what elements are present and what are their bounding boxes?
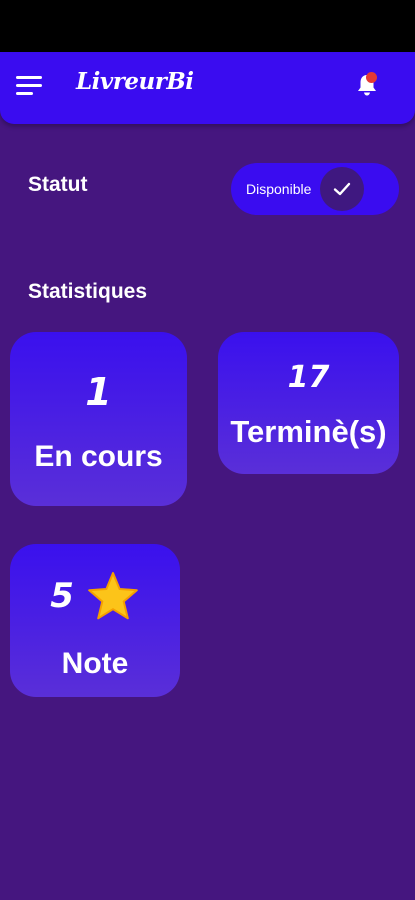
stat-label: Note <box>61 647 129 680</box>
star-icon <box>87 572 138 620</box>
hamburger-menu-icon[interactable] <box>16 74 44 96</box>
notifications-button[interactable] <box>352 70 382 100</box>
system-status-bar <box>0 0 415 52</box>
status-label: Statut <box>28 173 88 196</box>
stat-card-in-progress[interactable]: 1 En cours <box>10 332 187 506</box>
notification-badge <box>366 72 377 83</box>
stat-label: En cours <box>34 440 163 473</box>
stat-value: 17 <box>287 360 330 395</box>
statistics-heading: Statistiques <box>28 280 148 303</box>
stat-label: Terminè(s) <box>230 414 387 449</box>
stat-value: 5 <box>50 576 74 616</box>
app-header: LivreurBi <box>0 52 415 124</box>
rating-value-row: 5 <box>10 570 180 622</box>
check-icon <box>333 182 351 196</box>
availability-toggle[interactable]: Disponible <box>231 163 399 215</box>
availability-toggle-label: Disponible <box>246 181 312 197</box>
stat-value: 1 <box>85 370 112 414</box>
app-logo: LivreurBi <box>76 68 194 95</box>
toggle-knob[interactable] <box>320 167 364 211</box>
stat-card-completed[interactable]: 17 Terminè(s) <box>218 332 399 474</box>
stat-card-rating[interactable]: 5 Note <box>10 544 180 697</box>
